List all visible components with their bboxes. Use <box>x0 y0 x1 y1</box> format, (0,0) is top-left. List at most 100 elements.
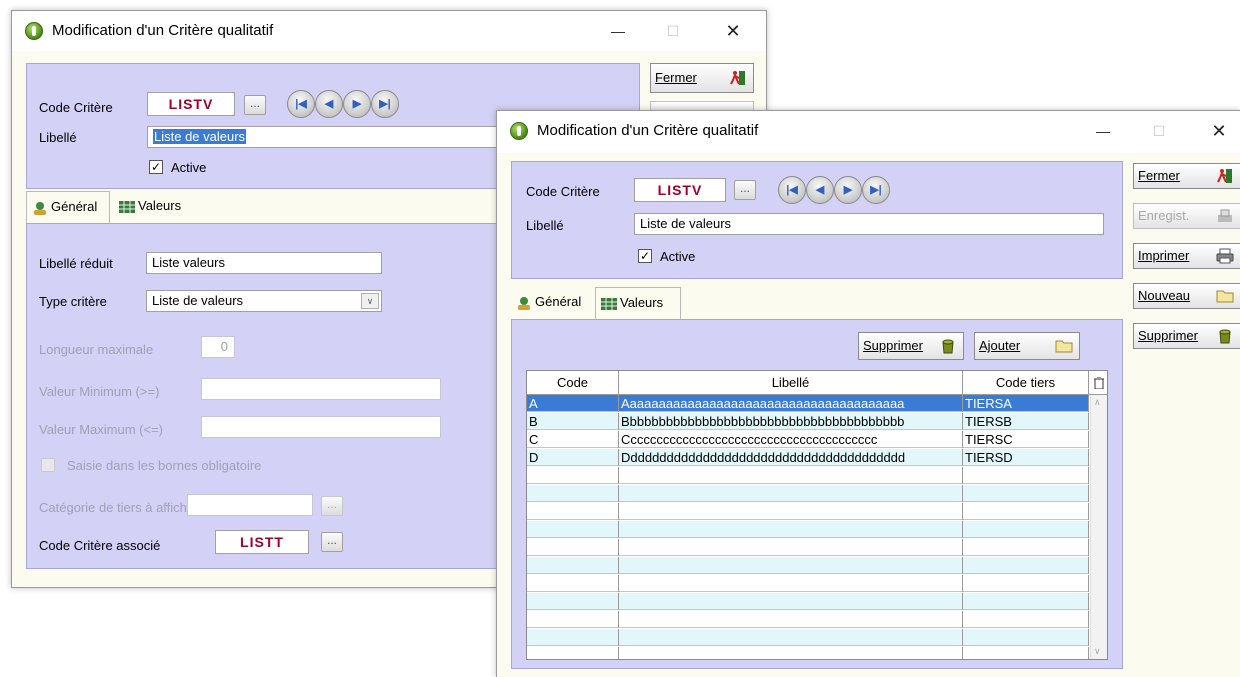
type-critere-select[interactable]: Liste de valeurs ∨ <box>146 290 382 312</box>
table-row[interactable]: B Bbbbbbbbbbbbbbbbbbbbbbbbbbbbbbbbbbbbbbb… <box>527 413 1089 430</box>
close-icon[interactable]: ✕ <box>713 17 753 45</box>
cell-tiers[interactable] <box>963 485 1089 502</box>
cell-tiers[interactable] <box>963 611 1089 628</box>
cell-libelle[interactable] <box>619 611 963 628</box>
vmax-field[interactable] <box>201 416 441 438</box>
fermer-button[interactable]: Fermer <box>1133 163 1240 189</box>
cell-code[interactable] <box>527 647 619 659</box>
cell-tiers[interactable]: TIERSB <box>963 413 1089 430</box>
supprimer-row-button[interactable]: Supprimer <box>858 332 964 360</box>
cell-tiers[interactable]: TIERSD <box>963 449 1089 466</box>
cell-tiers[interactable] <box>963 593 1089 610</box>
cell-code[interactable] <box>527 629 619 646</box>
cell-code[interactable]: A <box>527 395 619 412</box>
cell-tiers[interactable] <box>963 647 1089 659</box>
tab-valeurs[interactable]: Valeurs <box>114 191 208 223</box>
column-header-code[interactable]: Code <box>527 371 619 395</box>
scroll-up-icon[interactable]: ∧ <box>1094 397 1101 408</box>
table-row[interactable] <box>527 611 1089 628</box>
column-header-code-tiers[interactable]: Code tiers <box>963 371 1089 395</box>
cell-libelle[interactable] <box>619 539 963 556</box>
cell-code[interactable] <box>527 593 619 610</box>
table-row[interactable] <box>527 521 1089 538</box>
cell-code[interactable] <box>527 611 619 628</box>
column-header-libelle[interactable]: Libellé <box>619 371 963 395</box>
table-row[interactable] <box>527 629 1089 646</box>
next-record-icon[interactable]: ▶ <box>343 90 371 118</box>
table-row[interactable] <box>527 467 1089 484</box>
prev-record-icon[interactable]: ◀ <box>806 176 834 204</box>
back-titlebar[interactable]: Modification d'un Critère qualitatif — ☐… <box>12 11 766 51</box>
cell-code[interactable] <box>527 557 619 574</box>
cell-code[interactable] <box>527 485 619 502</box>
front-titlebar[interactable]: Modification d'un Critère qualitatif — ☐… <box>497 111 1240 153</box>
cell-libelle[interactable] <box>619 557 963 574</box>
cell-libelle[interactable] <box>619 521 963 538</box>
cell-code[interactable] <box>527 575 619 592</box>
code-critere-field[interactable]: LISTV <box>634 178 726 202</box>
fermer-button[interactable]: Fermer <box>650 63 754 93</box>
cell-code[interactable] <box>527 539 619 556</box>
ajouter-row-button[interactable]: Ajouter <box>974 332 1080 360</box>
cell-libelle[interactable]: Bbbbbbbbbbbbbbbbbbbbbbbbbbbbbbbbbbbbbbb <box>619 413 963 430</box>
tab-general[interactable]: Général <box>26 191 110 223</box>
imprimer-button[interactable]: Imprimer <box>1133 243 1240 269</box>
minimize-button[interactable]: — <box>598 17 638 45</box>
cell-code[interactable]: B <box>527 413 619 430</box>
cell-tiers[interactable] <box>963 539 1089 556</box>
code-critere-field[interactable]: LISTV <box>147 92 235 116</box>
table-row[interactable] <box>527 647 1089 659</box>
cell-libelle[interactable]: Ccccccccccccccccccccccccccccccccccccccc <box>619 431 963 448</box>
tab-general[interactable]: Général <box>511 287 595 319</box>
table-row[interactable] <box>527 539 1089 556</box>
cell-libelle[interactable] <box>619 575 963 592</box>
chevron-down-icon[interactable]: ∨ <box>361 293 379 309</box>
supprimer-side-button[interactable]: Supprimer <box>1133 323 1240 349</box>
cell-tiers[interactable] <box>963 557 1089 574</box>
minimize-button[interactable]: — <box>1083 117 1123 145</box>
vmin-field[interactable] <box>201 378 441 400</box>
cell-tiers[interactable] <box>963 629 1089 646</box>
code-lookup-button[interactable]: ... <box>734 180 756 200</box>
nouveau-button[interactable]: Nouveau <box>1133 283 1240 309</box>
table-row[interactable]: C Ccccccccccccccccccccccccccccccccccccccc… <box>527 431 1089 448</box>
categorie-field[interactable] <box>187 494 313 516</box>
cell-code[interactable] <box>527 521 619 538</box>
cell-libelle[interactable]: Ddddddddddddddddddddddddddddddddddddddd <box>619 449 963 466</box>
cell-libelle[interactable] <box>619 647 963 659</box>
libelle-reduit-field[interactable]: Liste valeurs <box>146 252 382 274</box>
close-icon[interactable]: ✕ <box>1199 117 1239 145</box>
vertical-scrollbar[interactable]: ∧ ∨ <box>1090 395 1107 659</box>
cell-libelle[interactable]: Aaaaaaaaaaaaaaaaaaaaaaaaaaaaaaaaaaaaaaa <box>619 395 963 412</box>
cell-tiers[interactable]: TIERSA <box>963 395 1089 412</box>
cell-libelle[interactable] <box>619 485 963 502</box>
table-row[interactable] <box>527 575 1089 592</box>
column-options-icon[interactable] <box>1089 371 1107 395</box>
maximize-button[interactable]: ☐ <box>653 17 693 45</box>
cell-libelle[interactable] <box>619 467 963 484</box>
active-checkbox[interactable]: ✓ <box>149 160 163 174</box>
scroll-down-icon[interactable]: ∨ <box>1094 646 1101 657</box>
cell-tiers[interactable] <box>963 503 1089 520</box>
cell-tiers[interactable] <box>963 521 1089 538</box>
saisie-checkbox[interactable] <box>41 458 55 472</box>
table-row[interactable] <box>527 557 1089 574</box>
last-record-icon[interactable]: ▶| <box>371 90 399 118</box>
active-checkbox[interactable]: ✓ <box>638 249 652 263</box>
table-row[interactable] <box>527 485 1089 502</box>
longueur-field[interactable]: 0 <box>201 336 235 358</box>
cell-tiers[interactable] <box>963 575 1089 592</box>
cell-libelle[interactable] <box>619 503 963 520</box>
table-row[interactable] <box>527 503 1089 520</box>
last-record-icon[interactable]: ▶| <box>862 176 890 204</box>
cell-tiers[interactable] <box>963 467 1089 484</box>
table-row[interactable] <box>527 593 1089 610</box>
libelle-field[interactable]: Liste de valeurs <box>634 213 1104 235</box>
first-record-icon[interactable]: |◀ <box>778 176 806 204</box>
cell-libelle[interactable] <box>619 629 963 646</box>
cell-tiers[interactable]: TIERSC <box>963 431 1089 448</box>
cell-code[interactable]: D <box>527 449 619 466</box>
tab-valeurs[interactable]: Valeurs <box>595 287 681 319</box>
cell-code[interactable]: C <box>527 431 619 448</box>
first-record-icon[interactable]: |◀ <box>287 90 315 118</box>
